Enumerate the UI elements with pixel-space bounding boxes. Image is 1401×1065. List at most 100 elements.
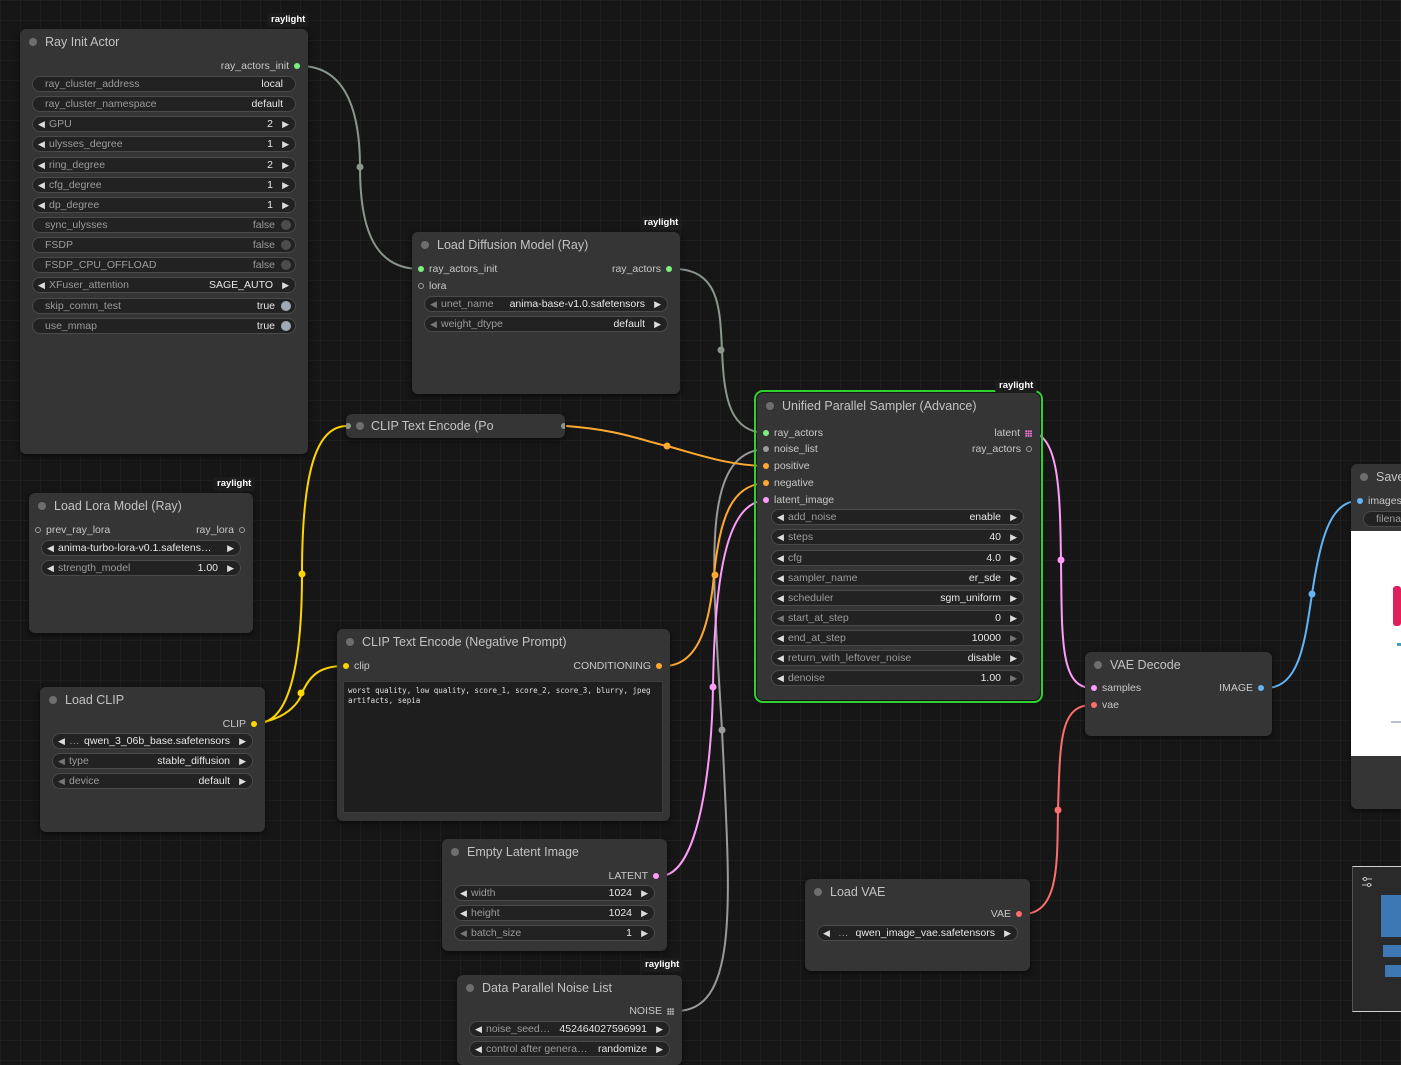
collapse-dot-icon[interactable] <box>356 422 364 430</box>
decrement-arrow-icon[interactable]: ◀ <box>430 317 437 331</box>
slot-dot-icon[interactable] <box>666 266 672 273</box>
widget-strength-model[interactable]: ◀ strength_model 1.00 ▶ <box>41 560 241 576</box>
increment-arrow-icon[interactable]: ▶ <box>1010 591 1017 605</box>
negative-prompt-textarea[interactable]: worst quality, low quality, score_1, sco… <box>343 681 663 813</box>
increment-arrow-icon[interactable]: ▶ <box>1010 651 1017 665</box>
node-title-bar[interactable]: Load CLIP <box>40 687 265 713</box>
slot-dot-icon[interactable] <box>763 446 769 453</box>
collapse-dot-icon[interactable] <box>38 502 46 510</box>
increment-arrow-icon[interactable]: ▶ <box>654 297 661 311</box>
decrement-arrow-icon[interactable]: ◀ <box>777 551 784 565</box>
output-slot-ray-lora[interactable]: ray_lora <box>196 522 245 538</box>
decrement-arrow-icon[interactable]: ◀ <box>475 1022 482 1036</box>
widget-width[interactable]: ◀ width 1024 ▶ <box>454 885 655 901</box>
slot-dot-icon[interactable] <box>653 873 659 880</box>
widget-height[interactable]: ◀ height 1024 ▶ <box>454 905 655 921</box>
combo-sampler-name[interactable]: ◀ sampler_name er_sde ▶ <box>771 570 1024 586</box>
increment-arrow-icon[interactable]: ▶ <box>282 278 289 292</box>
increment-arrow-icon[interactable]: ▶ <box>1010 611 1017 625</box>
combo-return-with-leftover-noise[interactable]: ◀ return_with_leftover_noise disable ▶ <box>771 650 1024 666</box>
image-preview[interactable] <box>1351 531 1401 756</box>
combo-clip-name[interactable]: ◀ … qwen_3_06b_base.safetensors ▶ <box>52 733 253 749</box>
node-title-bar[interactable]: Load Diffusion Model (Ray) <box>412 232 680 258</box>
toggle-use-mmap[interactable]: use_mmap true <box>32 318 296 334</box>
output-slot-ray-actors-init[interactable]: ray_actors_init <box>221 58 300 74</box>
toggle-fsdp-cpu-offload[interactable]: FSDP_CPU_OFFLOAD false <box>32 257 296 273</box>
decrement-arrow-icon[interactable]: ◀ <box>430 297 437 311</box>
slot-dot-icon[interactable] <box>251 721 257 728</box>
input-slot-ray-actors-init[interactable]: ray_actors_init <box>418 261 497 277</box>
minimap-panel[interactable] <box>1352 866 1401 1012</box>
increment-arrow-icon[interactable]: ▶ <box>641 926 648 940</box>
slot-dot-icon[interactable] <box>763 497 769 504</box>
widget-dp-degree[interactable]: ◀ dp_degree 1 ▶ <box>32 197 296 213</box>
unified-parallel-sampler-node[interactable]: Unified Parallel Sampler (Advance) ray_a… <box>754 390 1043 703</box>
increment-arrow-icon[interactable]: ▶ <box>239 754 246 768</box>
collapse-dot-icon[interactable] <box>49 696 57 704</box>
increment-arrow-icon[interactable]: ▶ <box>641 906 648 920</box>
combo-clip-type[interactable]: ◀ type stable_diffusion ▶ <box>52 753 253 769</box>
slot-dot-icon[interactable] <box>239 527 245 534</box>
widget-end-at-step[interactable]: ◀ end_at_step 10000 ▶ <box>771 630 1024 646</box>
decrement-arrow-icon[interactable]: ◀ <box>460 906 467 920</box>
collapse-dot-icon[interactable] <box>766 402 774 410</box>
slot-dot-icon[interactable] <box>656 663 662 670</box>
decrement-arrow-icon[interactable]: ◀ <box>38 158 45 172</box>
empty-latent-image-node[interactable]: Empty Latent Image LATENT ◀ width 1024 ▶ ◀ h… <box>442 839 667 951</box>
slot-dot-icon[interactable] <box>418 283 424 290</box>
toggle-knob-icon[interactable] <box>281 301 291 311</box>
increment-arrow-icon[interactable]: ▶ <box>282 178 289 192</box>
widget-cfg-degree[interactable]: ◀ cfg_degree 1 ▶ <box>32 177 296 193</box>
decrement-arrow-icon[interactable]: ◀ <box>38 137 45 151</box>
increment-arrow-icon[interactable]: ▶ <box>654 317 661 331</box>
decrement-arrow-icon[interactable]: ◀ <box>823 926 830 940</box>
increment-arrow-icon[interactable]: ▶ <box>239 734 246 748</box>
node-title-bar[interactable]: Save <box>1351 464 1401 490</box>
decrement-arrow-icon[interactable]: ◀ <box>38 278 45 292</box>
decrement-arrow-icon[interactable]: ◀ <box>38 117 45 131</box>
load-diffusion-model-node[interactable]: Load Diffusion Model (Ray) ray_actors_in… <box>412 232 680 394</box>
decrement-arrow-icon[interactable]: ◀ <box>58 774 65 788</box>
toggle-knob-icon[interactable] <box>281 321 291 331</box>
decrement-arrow-icon[interactable]: ◀ <box>47 541 54 555</box>
widget-noise-seed[interactable]: ◀ noise_seed… 452464027596991 ▶ <box>469 1021 670 1037</box>
slot-dot-icon[interactable] <box>763 463 769 470</box>
decrement-arrow-icon[interactable]: ◀ <box>777 651 784 665</box>
toggle-skip-comm-test[interactable]: skip_comm_test true <box>32 298 296 314</box>
input-slot-latent-image[interactable]: latent_image <box>763 492 834 508</box>
output-slot-ray-actors[interactable]: ray_actors <box>972 441 1032 457</box>
toggle-knob-icon[interactable] <box>281 220 291 230</box>
widget-denoise[interactable]: ◀ denoise 1.00 ▶ <box>771 670 1024 686</box>
toggle-sync-ulysses[interactable]: sync_ulysses false <box>32 217 296 233</box>
slot-dot-icon[interactable] <box>343 663 349 670</box>
input-slot-samples[interactable]: samples <box>1091 680 1141 696</box>
output-slot-conditioning[interactable]: CONDITIONING <box>573 658 662 674</box>
increment-arrow-icon[interactable]: ▶ <box>1004 926 1011 940</box>
increment-arrow-icon[interactable]: ▶ <box>656 1042 663 1056</box>
node-title-bar[interactable]: Unified Parallel Sampler (Advance) <box>757 393 1040 419</box>
save-image-node[interactable]: Save images filena <box>1351 464 1401 809</box>
output-slot-vae[interactable]: VAE <box>991 906 1022 922</box>
combo-scheduler[interactable]: ◀ scheduler sgm_uniform ▶ <box>771 590 1024 606</box>
decrement-arrow-icon[interactable]: ◀ <box>777 510 784 524</box>
increment-arrow-icon[interactable]: ▶ <box>656 1022 663 1036</box>
increment-arrow-icon[interactable]: ▶ <box>641 886 648 900</box>
input-slot-ray-actors[interactable]: ray_actors <box>763 425 823 441</box>
combo-lora-name[interactable]: ◀ anima-turbo-lora-v0.1.safetens… ▶ <box>41 540 241 556</box>
slot-dot-icon[interactable] <box>35 527 41 534</box>
output-slot-noise[interactable]: NOISE <box>629 1003 674 1019</box>
increment-arrow-icon[interactable]: ▶ <box>1010 571 1017 585</box>
load-lora-model-node[interactable]: Load Lora Model (Ray) prev_ray_lora ray_… <box>29 493 253 633</box>
decrement-arrow-icon[interactable]: ◀ <box>777 631 784 645</box>
widget-cfg[interactable]: ◀ cfg 4.0 ▶ <box>771 550 1024 566</box>
node-title-bar[interactable]: CLIP Text Encode (Negative Prompt) <box>337 629 670 655</box>
decrement-arrow-icon[interactable]: ◀ <box>777 611 784 625</box>
output-slot-clip[interactable]: CLIP <box>223 716 257 732</box>
slot-dot-icon[interactable] <box>1091 702 1097 709</box>
widget-ray-cluster-address[interactable]: ray_cluster_address local <box>32 76 296 92</box>
input-slot-positive[interactable]: positive <box>763 458 810 474</box>
widget-batch-size[interactable]: ◀ batch_size 1 ▶ <box>454 925 655 941</box>
combo-vae-name[interactable]: ◀ … qwen_image_vae.safetensors ▶ <box>817 925 1018 941</box>
decrement-arrow-icon[interactable]: ◀ <box>47 561 54 575</box>
input-slot-prev-ray-lora[interactable]: prev_ray_lora <box>35 522 110 538</box>
